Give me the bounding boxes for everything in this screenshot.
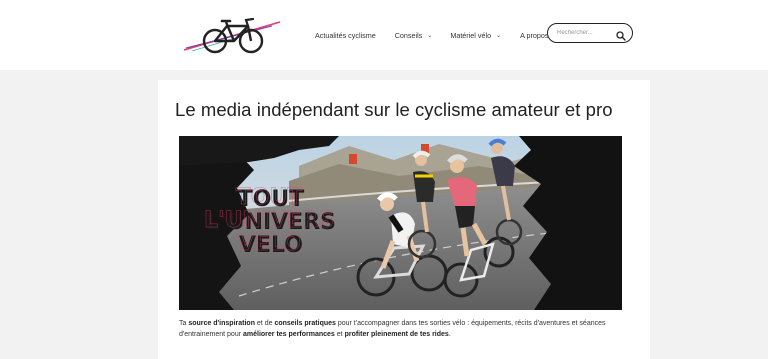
chevron-down-icon: ⌄	[427, 32, 433, 39]
bicycle-icon	[183, 17, 281, 54]
nav-item-a-propos[interactable]: A propos	[520, 31, 548, 40]
nav-item-actualites[interactable]: Actualités cyclisme	[315, 31, 376, 40]
hero-line-3-shadow: VELO	[237, 231, 301, 256]
desc-text: et	[334, 330, 345, 338]
nav-item-conseils[interactable]: Conseils ⌄	[395, 31, 433, 40]
chevron-down-icon: ⌄	[496, 32, 502, 39]
desc-bold: profiter pleinement de tes rides	[344, 330, 449, 338]
site-header: Actualités cyclisme Conseils ⌄ Matériel …	[0, 0, 768, 70]
desc-text: Ta	[179, 320, 189, 327]
page-title: Le media indépendant sur le cyclisme ama…	[175, 99, 613, 120]
desc-text: et de	[254, 320, 275, 327]
hero-image: TOUT L'UNIVERS VELO TOUT L'UNIVERS VELO	[179, 136, 622, 310]
nav-item-label: Matériel vélo	[450, 30, 492, 40]
desc-bold: conseils pratiques	[274, 320, 336, 327]
hero-banner: TOUT L'UNIVERS VELO TOUT L'UNIVERS VELO	[179, 136, 622, 310]
main-content: Le media indépendant sur le cyclisme ama…	[158, 80, 650, 359]
main-nav: Actualités cyclisme Conseils ⌄ Matériel …	[315, 28, 548, 42]
desc-text: .	[448, 330, 451, 338]
nav-item-materiel[interactable]: Matériel vélo ⌄	[450, 31, 501, 40]
search-button[interactable]	[616, 28, 626, 41]
search-icon	[616, 31, 626, 41]
hero-line-1-shadow: TOUT	[236, 185, 303, 210]
desc-bold: source d'inspiration	[188, 320, 255, 327]
site-logo[interactable]	[182, 14, 284, 54]
search-input[interactable]	[557, 30, 615, 36]
intro-paragraph: Ta source d'inspiration et de conseils p…	[179, 319, 629, 340]
nav-item-label: Conseils	[394, 30, 423, 40]
desc-bold: améliorer tes performances	[243, 330, 335, 338]
nav-item-label: Actualités cyclisme	[315, 30, 376, 40]
nav-item-label: A propos	[520, 30, 549, 40]
search-box	[547, 23, 633, 43]
hero-line-2-shadow: L'UNIVERS	[204, 208, 334, 233]
